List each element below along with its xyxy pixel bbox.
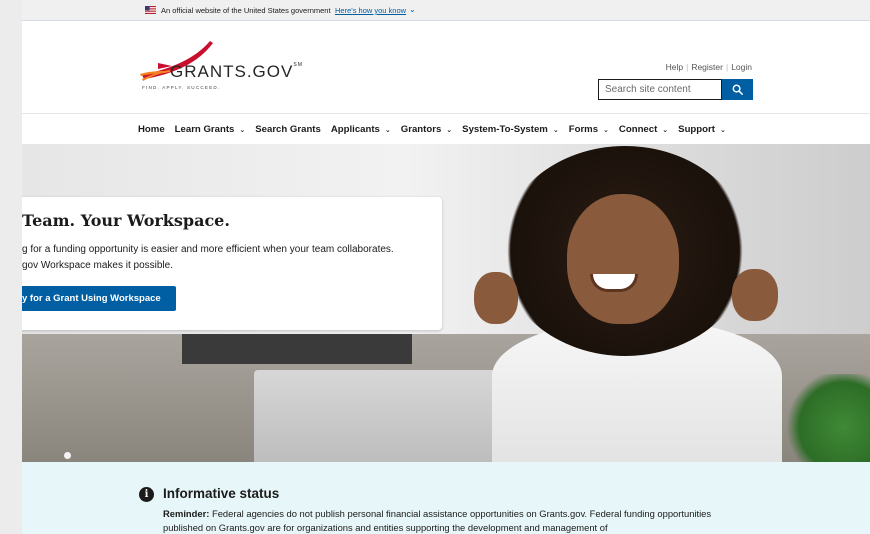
- utility-links: Help | Register | Login: [665, 62, 752, 72]
- nav-item-label: System-To-System: [462, 124, 548, 135]
- nav-item-home[interactable]: Home: [138, 124, 165, 135]
- nav-item-label: Search Grants: [255, 124, 321, 135]
- nav-item-system-to-system[interactable]: System-To-System ⌄: [462, 124, 559, 135]
- plant-image: [782, 374, 870, 462]
- hero-text-line-2: gov Workspace makes it possible.: [22, 260, 173, 271]
- help-link[interactable]: Help: [666, 62, 683, 72]
- nav-item-grantors[interactable]: Grantors ⌄: [401, 124, 452, 135]
- status-title: Informative status: [163, 486, 280, 501]
- grants-gov-logo[interactable]: GRANTS.GOVSM FIND. APPLY. SUCCEED.: [140, 39, 310, 97]
- status-message-text: Federal agencies do not publish personal…: [163, 508, 712, 533]
- apply-with-workspace-button[interactable]: y for a Grant Using Workspace: [22, 286, 176, 311]
- nav-item-label: Grantors: [400, 124, 442, 135]
- gov-banner: An official website of the United States…: [22, 0, 870, 21]
- logo-tagline: FIND. APPLY. SUCCEED.: [142, 85, 221, 90]
- chevron-down-icon: ⌄: [603, 126, 609, 134]
- chevron-down-icon: ⌄: [384, 126, 391, 134]
- login-link[interactable]: Login: [731, 62, 752, 72]
- nav-item-support[interactable]: Support ⌄: [678, 124, 726, 135]
- nav-item-applicants[interactable]: Applicants ⌄: [331, 124, 391, 135]
- nav-item-forms[interactable]: Forms ⌄: [569, 124, 609, 135]
- nav-item-connect[interactable]: Connect ⌄: [619, 124, 668, 135]
- chevron-down-icon[interactable]: ⌄: [409, 5, 416, 14]
- carousel-dot[interactable]: [64, 452, 71, 459]
- chevron-down-icon: ⌄: [239, 126, 246, 134]
- nav-item-label: Forms: [568, 124, 599, 135]
- heres-how-you-know-link[interactable]: Here's how you know: [335, 6, 406, 15]
- nav-item-learn-grants[interactable]: Learn Grants ⌄: [175, 124, 246, 135]
- nav-item-label: Learn Grants: [174, 124, 235, 135]
- nav-item-search-grants[interactable]: Search Grants: [255, 124, 321, 135]
- informative-status: i Informative status Reminder: Federal a…: [22, 462, 870, 534]
- hero-card: Team. Your Workspace. g for a funding op…: [22, 197, 442, 330]
- browser-left-edge: [0, 0, 22, 534]
- register-link[interactable]: Register: [691, 62, 723, 72]
- status-message: Reminder: Federal agencies do not publis…: [163, 507, 753, 534]
- nav-list: Home Learn Grants ⌄ Search Grants Applicants…: [138, 124, 736, 135]
- us-flag-icon: [145, 6, 156, 14]
- chevron-down-icon: ⌄: [552, 126, 559, 134]
- gov-banner-text: An official website of the United States…: [161, 6, 331, 15]
- nav-item-label: Applicants: [330, 124, 380, 135]
- chevron-down-icon: ⌄: [662, 126, 669, 134]
- page: An official website of the United States…: [22, 0, 870, 534]
- hero-heading: Team. Your Workspace.: [22, 211, 230, 230]
- reminder-label: Reminder:: [163, 508, 210, 519]
- search-icon: [732, 84, 743, 95]
- logo-title: GRANTS.GOVSM: [170, 62, 303, 81]
- chevron-down-icon: ⌄: [719, 126, 726, 134]
- info-icon: i: [139, 487, 154, 502]
- site-header: GRANTS.GOVSM FIND. APPLY. SUCCEED. Help |…: [22, 21, 870, 113]
- search-button[interactable]: [722, 79, 753, 100]
- nav-item-label: Home: [138, 124, 165, 135]
- search-input[interactable]: [598, 79, 722, 100]
- nav-item-label: Support: [678, 124, 715, 135]
- nav-item-label: Connect: [618, 124, 658, 135]
- hero-text-line-1: g for a funding opportunity is easier an…: [22, 244, 394, 255]
- main-nav: Home Learn Grants ⌄ Search Grants Applicants…: [22, 113, 870, 144]
- chevron-down-icon: ⌄: [446, 126, 453, 134]
